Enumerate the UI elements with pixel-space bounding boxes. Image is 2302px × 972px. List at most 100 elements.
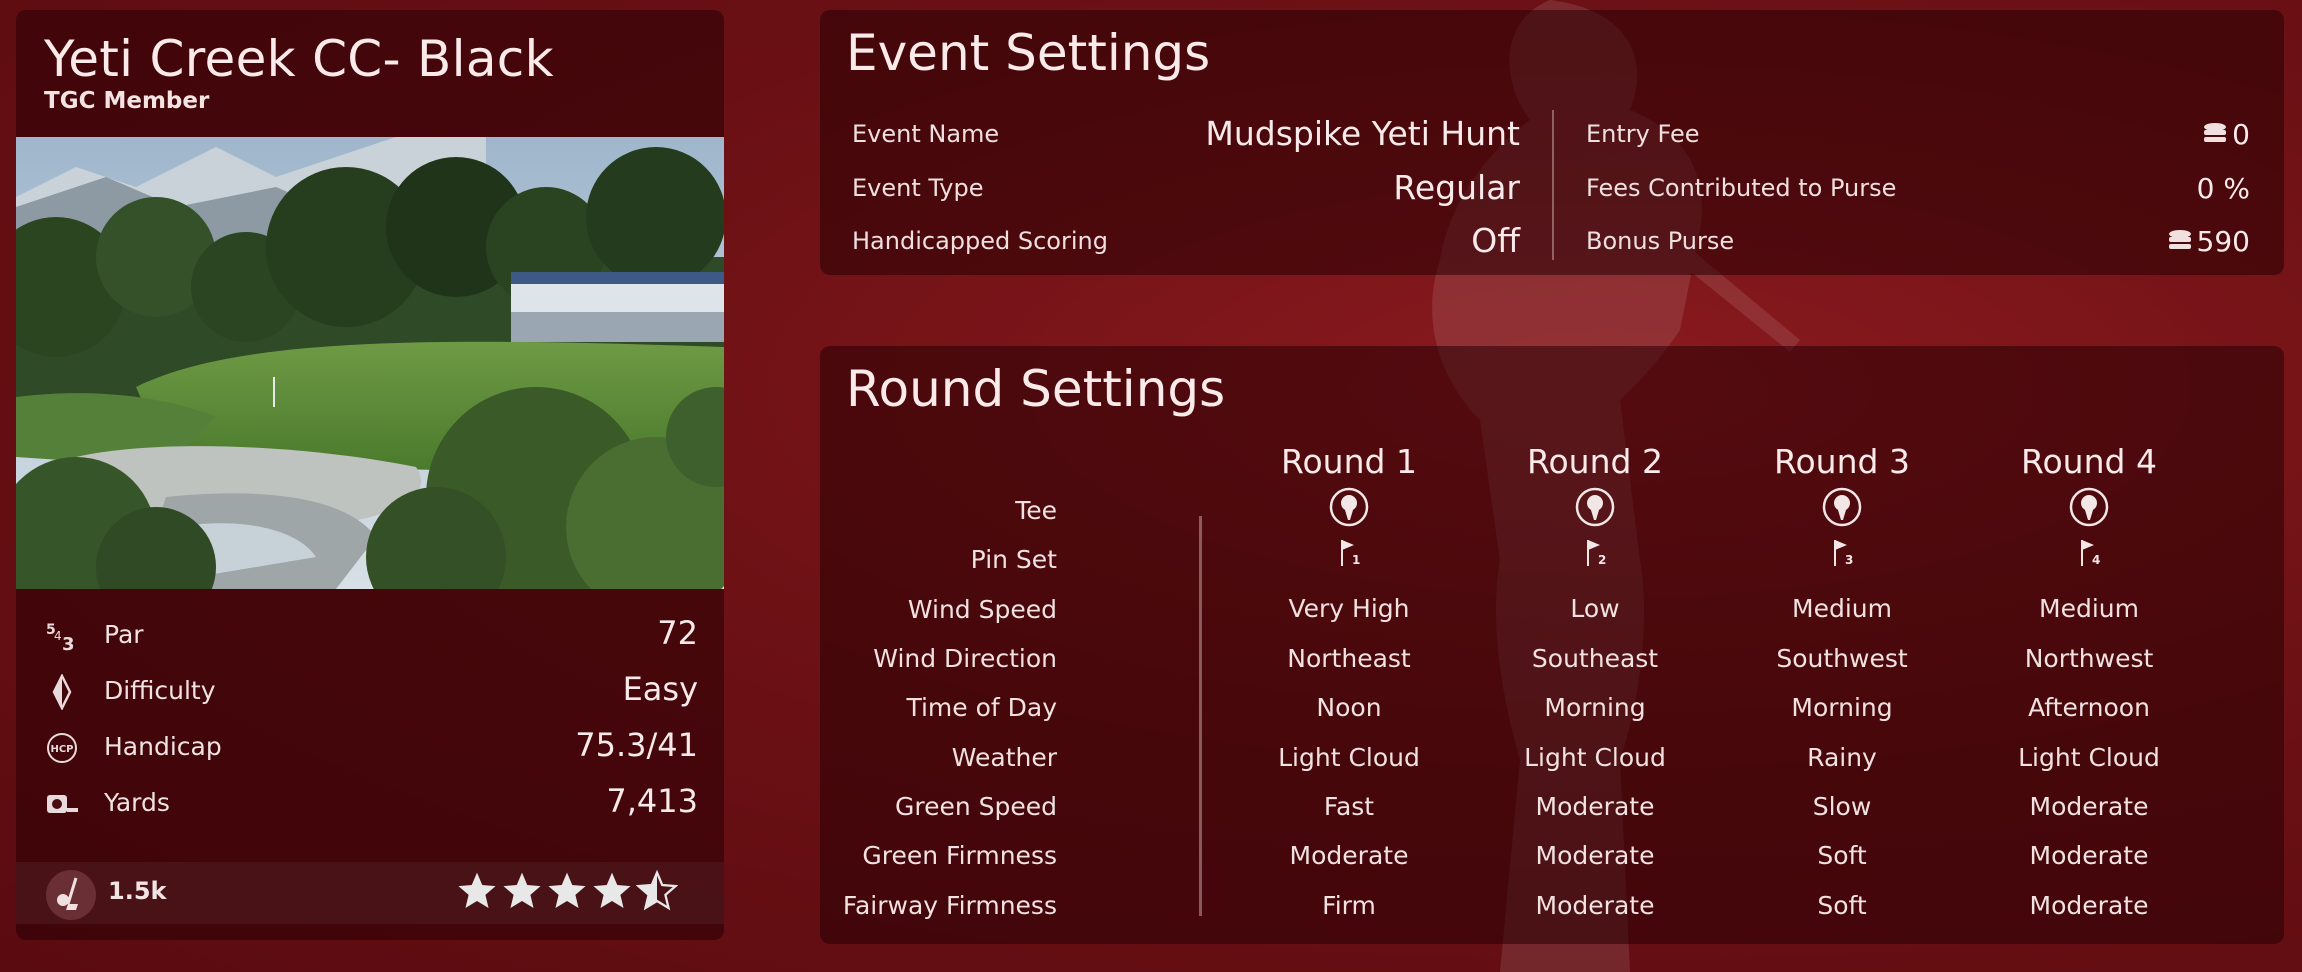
tee-cell[interactable] [1742,486,1942,528]
time-of-day-cell: Morning [1791,693,1893,722]
weather-cell: Light Cloud [2018,743,2160,772]
tee-icon [1329,487,1369,527]
course-card-footer: 1.5k [16,862,724,924]
pin-number: 4 [2092,553,2100,567]
round-settings-title: Round Settings [846,360,1226,418]
event-name-row: Event Name Mudspike Yeti Hunt [852,114,1520,158]
fairway-firmness-cell: Firm [1322,891,1376,920]
green-speed-cell: Fast [1323,792,1375,821]
event-type-row: Event Type Regular [852,168,1520,212]
handicap-icon-text: HCP [50,744,73,755]
wind-direction-cell: Southeast [1531,644,1659,673]
fees-contributed-row: Fees Contributed to Purse 0 % [1586,168,2250,212]
wind-direction-cell: Southwest [1776,644,1908,673]
event-name-label: Event Name [852,120,1000,148]
wind-direction-cell: Northeast [1287,644,1411,673]
handicapped-scoring-row: Handicapped Scoring Off [852,221,1520,265]
star-icon [593,872,631,908]
course-title: Yeti Creek CC- Black [44,30,554,88]
star-half-icon [636,869,678,911]
green-firmness-cell: Soft [1817,841,1867,870]
pin-set-cell[interactable]: 1 [1249,538,1449,568]
tee-cell[interactable] [1495,486,1695,528]
tee-cell[interactable] [1249,486,1449,528]
pin-number: 1 [1352,553,1360,567]
row-label-wind-direction: Wind Direction [873,644,1057,673]
pin-number: 2 [1598,553,1606,567]
entry-fee-value: 0 [2202,118,2250,151]
event-name-value: Mudspike Yeti Hunt [1205,114,1520,153]
round-settings-panel: Round Settings Tee Pin Set Wind Speed Wi… [820,346,2284,944]
wind-direction-cell: Northwest [2024,644,2154,673]
tee-icon [2069,487,2109,527]
fairway-firmness-cell: Soft [1817,891,1867,920]
round-header: Round 1 [1281,442,1417,481]
course-preview-image [16,137,724,589]
round-column-2: Round 2 2 Low Southeast Morning Light Cl… [1495,442,1695,920]
row-label-green-firmness: Green Firmness [862,841,1057,870]
stat-label: Handicap [104,732,222,761]
green-speed-cell: Moderate [1535,792,1655,821]
fairway-firmness-cell: Moderate [2029,891,2149,920]
weather-cell: Light Cloud [1278,743,1420,772]
round-header: Round 4 [2021,442,2157,481]
green-firmness-cell: Moderate [1535,841,1655,870]
weather-cell: Rainy [1807,743,1877,772]
bonus-purse-amount: 590 [2196,225,2250,258]
wind-speed-cell: Very High [1288,594,1410,623]
round-settings-divider [1199,516,1202,916]
stat-label: Yards [104,788,170,817]
row-label-fairway-firmness: Fairway Firmness [842,891,1057,920]
row-label-tee: Tee [1015,496,1057,525]
stat-value: 7,413 [606,782,698,820]
row-label-green-speed: Green Speed [894,792,1057,821]
stat-label: Difficulty [104,676,216,705]
round-column-3: Round 3 3 Medium Southwest Morning Rainy… [1742,442,1942,920]
coin-icon [2204,123,2227,142]
stat-value: 75.3/41 [575,726,698,764]
row-label-pin-set: Pin Set [970,545,1057,574]
tee-cell[interactable] [1989,486,2189,528]
row-label-wind-speed: Wind Speed [907,595,1057,624]
wind-speed-cell: Low [1570,594,1620,623]
fees-contributed-label: Fees Contributed to Purse [1586,174,1897,202]
stat-row-par: 543 Par 72 [16,608,724,664]
stat-row-handicap: HCP Handicap 75.3/41 [16,720,724,776]
bonus-purse-label: Bonus Purse [1586,227,1735,255]
entry-fee-row: Entry Fee 0 [1586,114,2250,158]
round-header: Round 3 [1774,442,1910,481]
tee-icon [1822,487,1862,527]
pin-set-cell[interactable]: 3 [1742,538,1942,568]
star-rating [456,868,678,918]
bonus-purse-value: 590 [2167,225,2250,258]
time-of-day-cell: Morning [1544,693,1646,722]
coin-icon [2168,230,2191,249]
pin-set-cell[interactable]: 2 [1495,538,1695,568]
time-of-day-cell: Afternoon [2028,693,2150,722]
round-header: Round 2 [1527,442,1663,481]
row-label-weather: Weather [951,743,1057,772]
pin-set-cell[interactable]: 4 [1989,538,2189,568]
stat-value: 72 [657,614,698,652]
fees-contributed-value: 0 % [2196,172,2250,205]
event-settings-divider [1552,110,1554,260]
row-label-time-of-day: Time of Day [906,693,1057,722]
event-settings-panel: Event Settings Event Name Mudspike Yeti … [820,10,2284,275]
stat-row-yards: Yards 7,413 [16,776,724,832]
green-firmness-cell: Moderate [1289,841,1409,870]
handicapped-scoring-value: Off [1471,221,1520,260]
yards-icon [44,786,80,822]
round-column-1: Round 1 1 Very High Northeast Noon Light… [1249,442,1449,920]
fairway-firmness-cell: Moderate [1535,891,1655,920]
event-type-value: Regular [1393,168,1520,207]
entry-fee-amount: 0 [2232,118,2250,151]
pin-flag-icon: 3 [1834,540,1853,567]
star-icon [503,872,541,908]
pin-flag-icon: 1 [1341,540,1360,567]
pin-number: 3 [1845,553,1853,567]
difficulty-icon [44,673,80,711]
star-icon [458,872,496,908]
round-column-4: Round 4 4 Medium Northwest Afternoon Lig… [1989,442,2189,920]
green-speed-cell: Slow [1812,792,1872,821]
wind-speed-cell: Medium [2039,594,2139,623]
